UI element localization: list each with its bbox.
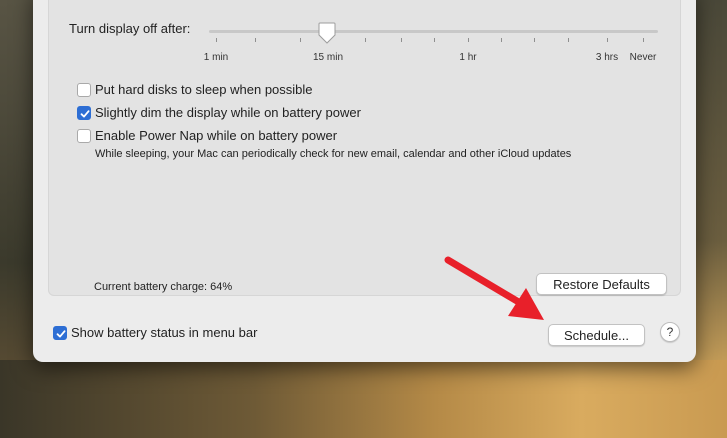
display-sleep-slider[interactable] bbox=[209, 30, 658, 33]
dim-display-label: Slightly dim the display while on batter… bbox=[95, 105, 361, 120]
slider-tick bbox=[300, 38, 301, 42]
annotation-arrow-icon bbox=[444, 256, 544, 320]
slider-tick-label: 3 hrs bbox=[595, 52, 619, 63]
slider-tick-label: 1 hr bbox=[459, 52, 477, 63]
slider-tick bbox=[401, 38, 402, 42]
slider-knob[interactable] bbox=[318, 22, 336, 44]
hard-disks-label: Put hard disks to sleep when possible bbox=[95, 82, 313, 97]
turn-display-off-label: Turn display off after: bbox=[69, 21, 191, 36]
hard-disks-checkbox[interactable] bbox=[77, 83, 91, 97]
slider-tick bbox=[216, 38, 217, 42]
power-nap-description: While sleeping, your Mac can periodicall… bbox=[95, 148, 572, 160]
power-nap-checkbox[interactable] bbox=[77, 129, 91, 143]
battery-charge-text: Current battery charge: 64% bbox=[94, 281, 233, 293]
help-button[interactable]: ? bbox=[660, 322, 680, 342]
show-battery-status-checkbox[interactable] bbox=[53, 326, 67, 340]
slider-tick-label: Never bbox=[629, 52, 657, 63]
slider-tick-label: 1 min bbox=[203, 52, 229, 63]
slider-tick bbox=[607, 38, 608, 42]
desktop-wallpaper-bottom bbox=[0, 360, 727, 438]
slider-tick-label: 15 min bbox=[312, 52, 344, 63]
power-nap-label: Enable Power Nap while on battery power bbox=[95, 128, 338, 143]
slider-tick bbox=[501, 38, 502, 42]
slider-tick bbox=[365, 38, 366, 42]
slider-tick bbox=[255, 38, 256, 42]
slider-tick bbox=[534, 38, 535, 42]
slider-tick bbox=[643, 38, 644, 42]
show-battery-status-label: Show battery status in menu bar bbox=[71, 325, 258, 340]
dim-display-checkbox[interactable] bbox=[77, 106, 91, 120]
slider-tick bbox=[434, 38, 435, 42]
slider-tick bbox=[468, 38, 469, 42]
slider-tick bbox=[568, 38, 569, 42]
checkmark-icon bbox=[56, 330, 66, 338]
checkmark-icon bbox=[80, 110, 90, 118]
